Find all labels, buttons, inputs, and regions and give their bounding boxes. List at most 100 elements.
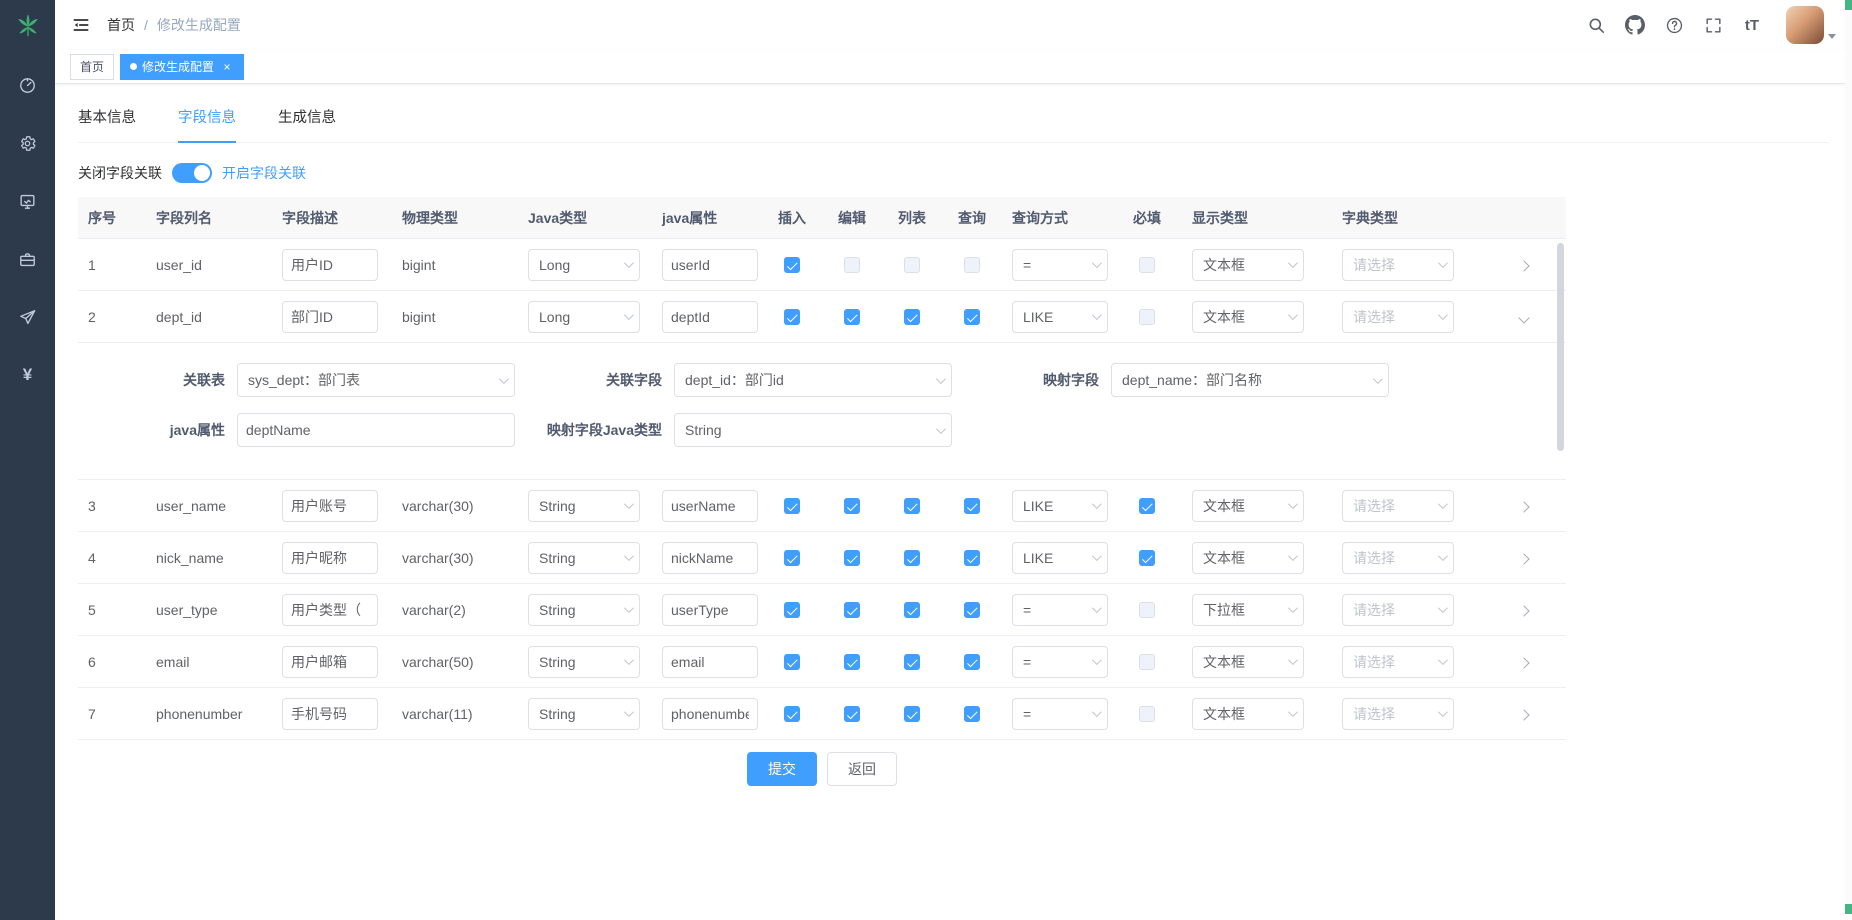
sidebar-item-system[interactable]: [0, 114, 55, 172]
java-field-input[interactable]: [662, 698, 758, 730]
edit-checkbox[interactable]: [844, 309, 860, 325]
description-input[interactable]: [282, 542, 378, 574]
description-input[interactable]: [282, 490, 378, 522]
java-type-select[interactable]: String: [528, 698, 640, 730]
dict-type-select[interactable]: 请选择: [1342, 594, 1454, 626]
insert-checkbox[interactable]: [784, 550, 800, 566]
avatar[interactable]: [1786, 6, 1824, 44]
sidebar-item-dashboard[interactable]: [0, 56, 55, 114]
dict-type-select[interactable]: 请选择: [1342, 490, 1454, 522]
tab-basic-info[interactable]: 基本信息: [78, 100, 136, 143]
list-checkbox[interactable]: [904, 550, 920, 566]
display-type-select[interactable]: 下拉框: [1192, 594, 1304, 626]
edit-checkbox[interactable]: [844, 706, 860, 722]
tag-home[interactable]: 首页: [70, 54, 114, 80]
query-type-select[interactable]: LIKE: [1012, 490, 1108, 522]
back-button[interactable]: 返回: [827, 752, 897, 786]
java-field-input[interactable]: [662, 542, 758, 574]
collapse-sidebar-icon[interactable]: [71, 15, 91, 35]
java-type-select[interactable]: String: [528, 490, 640, 522]
query-type-select[interactable]: =: [1012, 249, 1108, 281]
description-input[interactable]: [282, 594, 378, 626]
sidebar-item-deploy[interactable]: [0, 288, 55, 346]
description-input[interactable]: [282, 301, 378, 333]
expand-row-icon[interactable]: [1518, 553, 1529, 564]
required-checkbox[interactable]: [1139, 654, 1155, 670]
expand-row-icon[interactable]: [1518, 605, 1529, 616]
dict-type-select[interactable]: 请选择: [1342, 249, 1454, 281]
query-type-select[interactable]: =: [1012, 594, 1108, 626]
font-size-icon[interactable]: tT: [1741, 14, 1763, 36]
display-type-select[interactable]: 文本框: [1192, 249, 1304, 281]
required-checkbox[interactable]: [1139, 602, 1155, 618]
query-checkbox[interactable]: [964, 309, 980, 325]
required-checkbox[interactable]: [1139, 309, 1155, 325]
java-type-select[interactable]: Long: [528, 249, 640, 281]
dict-type-select[interactable]: 请选择: [1342, 646, 1454, 678]
java-type-select[interactable]: String: [528, 542, 640, 574]
dict-type-select[interactable]: 请选择: [1342, 301, 1454, 333]
description-input[interactable]: [282, 698, 378, 730]
user-menu[interactable]: [1786, 6, 1836, 44]
sidebar-item-monitor[interactable]: [0, 172, 55, 230]
expand-row-icon[interactable]: [1518, 657, 1529, 668]
expand-row-icon[interactable]: [1518, 501, 1529, 512]
tag-current[interactable]: 修改生成配置 ×: [120, 54, 244, 80]
mapping-java-type-select[interactable]: String: [674, 413, 952, 447]
app-logo[interactable]: [0, 0, 55, 52]
table-scrollbar[interactable]: [1557, 243, 1564, 451]
java-type-select[interactable]: String: [528, 594, 640, 626]
edit-checkbox[interactable]: [844, 257, 860, 273]
required-checkbox[interactable]: [1139, 550, 1155, 566]
display-type-select[interactable]: 文本框: [1192, 301, 1304, 333]
list-checkbox[interactable]: [904, 498, 920, 514]
tag-close-icon[interactable]: ×: [220, 60, 234, 74]
list-checkbox[interactable]: [904, 706, 920, 722]
java-type-select[interactable]: String: [528, 646, 640, 678]
edit-checkbox[interactable]: [844, 498, 860, 514]
display-type-select[interactable]: 文本框: [1192, 698, 1304, 730]
submit-button[interactable]: 提交: [747, 752, 817, 786]
list-checkbox[interactable]: [904, 602, 920, 618]
required-checkbox[interactable]: [1139, 257, 1155, 273]
query-checkbox[interactable]: [964, 602, 980, 618]
query-type-select[interactable]: LIKE: [1012, 301, 1108, 333]
description-input[interactable]: [282, 646, 378, 678]
query-type-select[interactable]: =: [1012, 646, 1108, 678]
search-icon[interactable]: [1585, 14, 1607, 36]
browser-scrollbar[interactable]: [1845, 0, 1852, 920]
display-type-select[interactable]: 文本框: [1192, 490, 1304, 522]
required-checkbox[interactable]: [1139, 498, 1155, 514]
expand-row-icon[interactable]: [1518, 260, 1529, 271]
edit-checkbox[interactable]: [844, 654, 860, 670]
field-association-toggle[interactable]: [172, 163, 212, 183]
java-field-name-input[interactable]: [237, 413, 515, 447]
description-input[interactable]: [282, 249, 378, 281]
fullscreen-icon[interactable]: [1702, 14, 1724, 36]
java-field-input[interactable]: [662, 594, 758, 626]
insert-checkbox[interactable]: [784, 498, 800, 514]
sidebar-item-finance[interactable]: ¥: [0, 346, 55, 404]
query-checkbox[interactable]: [964, 550, 980, 566]
display-type-select[interactable]: 文本框: [1192, 542, 1304, 574]
query-type-select[interactable]: =: [1012, 698, 1108, 730]
expand-row-icon[interactable]: [1518, 709, 1529, 720]
sidebar-item-tool[interactable]: [0, 230, 55, 288]
query-checkbox[interactable]: [964, 498, 980, 514]
list-checkbox[interactable]: [904, 309, 920, 325]
mapping-field-select[interactable]: dept_name：部门名称: [1111, 363, 1389, 397]
java-type-select[interactable]: Long: [528, 301, 640, 333]
required-checkbox[interactable]: [1139, 706, 1155, 722]
query-checkbox[interactable]: [964, 654, 980, 670]
java-field-input[interactable]: [662, 301, 758, 333]
github-icon[interactable]: [1624, 14, 1646, 36]
insert-checkbox[interactable]: [784, 257, 800, 273]
list-checkbox[interactable]: [904, 257, 920, 273]
dict-type-select[interactable]: 请选择: [1342, 542, 1454, 574]
insert-checkbox[interactable]: [784, 309, 800, 325]
display-type-select[interactable]: 文本框: [1192, 646, 1304, 678]
java-field-input[interactable]: [662, 646, 758, 678]
query-checkbox[interactable]: [964, 706, 980, 722]
relation-field-select[interactable]: dept_id：部门id: [674, 363, 952, 397]
java-field-input[interactable]: [662, 249, 758, 281]
